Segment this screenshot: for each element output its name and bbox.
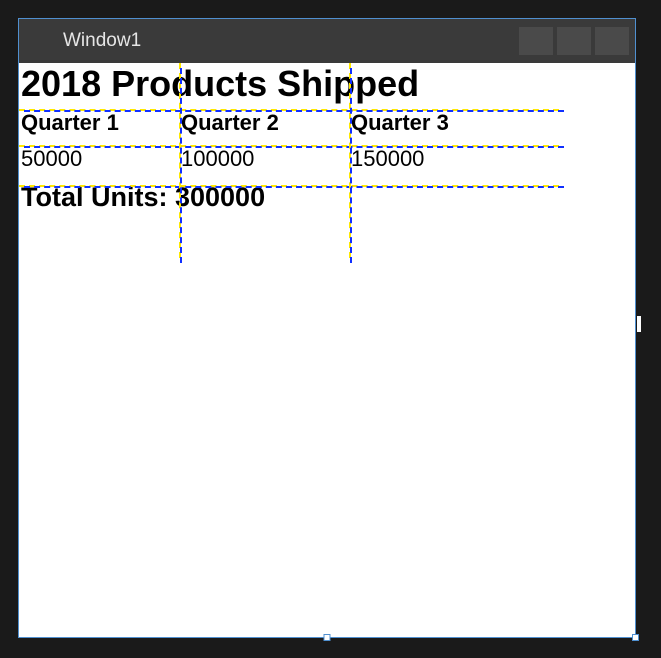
value-quarter-1: 50000: [19, 142, 179, 180]
header-quarter-3: Quarter 3: [349, 108, 559, 142]
page-title: 2018 Products Shipped: [19, 63, 559, 108]
value-quarter-3: 150000: [349, 142, 559, 180]
window-client-area[interactable]: 2018 Products Shipped Quarter 1 Quarter …: [19, 63, 635, 637]
grid-row-total: Total Units: 300000: [19, 180, 559, 219]
close-button[interactable]: [595, 27, 629, 55]
resize-handle-bottom-right[interactable]: [632, 634, 639, 641]
layout-grid[interactable]: 2018 Products Shipped Quarter 1 Quarter …: [19, 63, 559, 219]
resize-handle-bottom[interactable]: [324, 634, 331, 641]
grid-row-headers: Quarter 1 Quarter 2 Quarter 3: [19, 108, 559, 142]
window-caption-buttons: [519, 27, 629, 55]
total-units: Total Units: 300000: [19, 180, 559, 219]
minimize-button[interactable]: [519, 27, 553, 55]
grid-row-data: 50000 100000 150000: [19, 142, 559, 180]
window-titlebar: Window1: [19, 19, 635, 63]
resize-handle-right[interactable]: [637, 316, 641, 332]
designer-window-selection[interactable]: Window1 2018 Products Shipped Quarter 1 …: [18, 18, 636, 638]
window-title: Window1: [63, 30, 141, 52]
grid-row-title: 2018 Products Shipped: [19, 63, 559, 108]
value-quarter-2: 100000: [179, 142, 349, 180]
header-quarter-1: Quarter 1: [19, 108, 179, 142]
header-quarter-2: Quarter 2: [179, 108, 349, 142]
maximize-button[interactable]: [557, 27, 591, 55]
